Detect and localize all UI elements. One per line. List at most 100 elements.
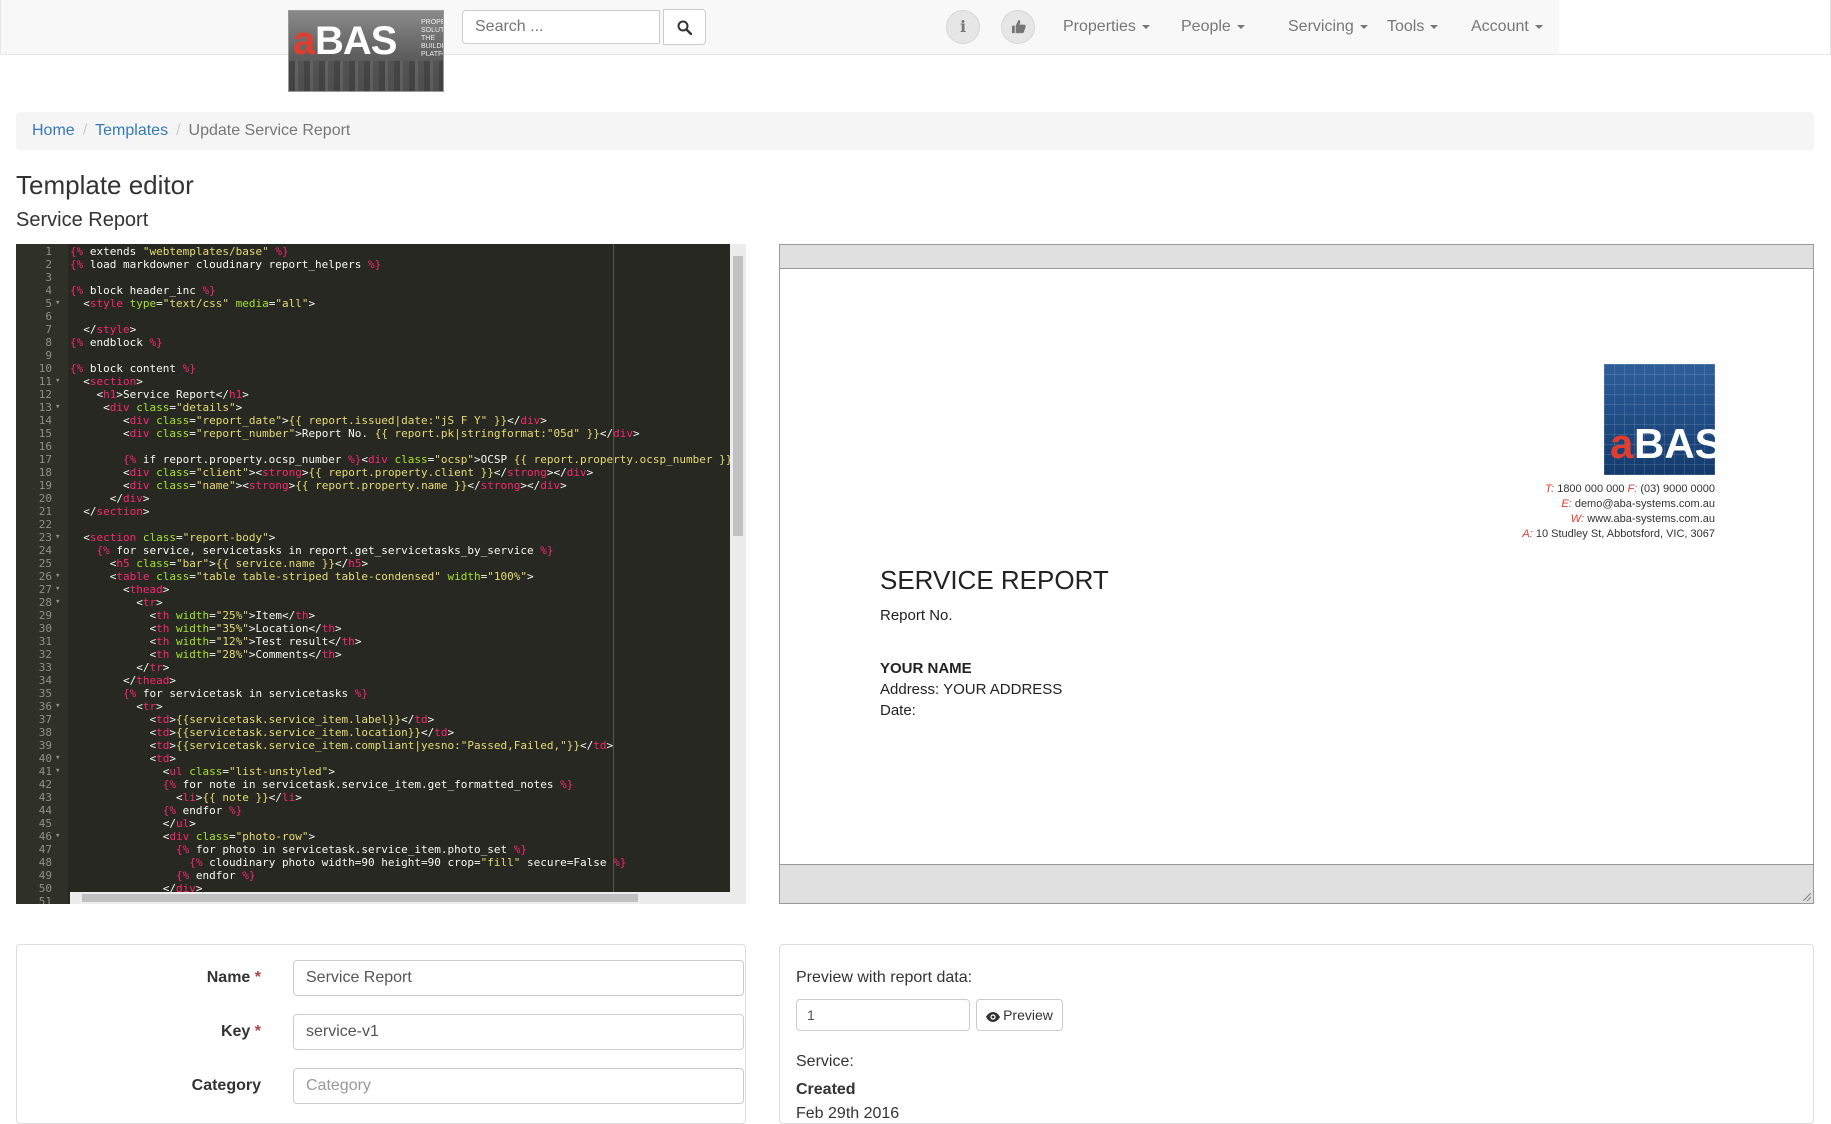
line-number: 30 bbox=[38, 622, 52, 635]
code-line[interactable]: 1 {% extends "webtemplates/base" %} bbox=[16, 245, 730, 258]
code-line[interactable]: 34 </thead> bbox=[16, 674, 730, 687]
code-line[interactable]: 4 {% block header_inc %} bbox=[16, 284, 730, 297]
code-line[interactable]: 9 bbox=[16, 349, 730, 362]
code-line[interactable]: 10 {% block content %} bbox=[16, 362, 730, 375]
code-line[interactable]: 12 <h1>Service Report</h1> bbox=[16, 388, 730, 401]
code-text: <table class="table table-striped table-… bbox=[70, 570, 534, 583]
code-line[interactable]: 41 ▾ <ul class="list-unstyled"> bbox=[16, 765, 730, 778]
line-number: 48 bbox=[38, 856, 52, 869]
menu-people[interactable]: People bbox=[1181, 18, 1245, 36]
template-code-editor[interactable]: 1 {% extends "webtemplates/base" %} 2 {% lo… bbox=[16, 244, 746, 904]
name-input[interactable]: Service Report bbox=[293, 960, 744, 996]
line-number: 17 bbox=[38, 453, 52, 466]
thumbs-up-button[interactable] bbox=[1001, 10, 1035, 44]
line-number: 7 bbox=[45, 323, 52, 336]
abas-logo[interactable]: a BAS PROPERTY SOLUTIONS THE BUILDING PL… bbox=[288, 10, 444, 92]
code-line[interactable]: 7 </style> bbox=[16, 323, 730, 336]
code-line[interactable]: 33 </tr> bbox=[16, 661, 730, 674]
code-line[interactable]: 17 {% if report.property.ocsp_number %}<… bbox=[16, 453, 739, 466]
line-number: 13 bbox=[38, 401, 52, 414]
code-line[interactable]: 39 <td>{{servicetask.service_item.compli… bbox=[16, 739, 730, 752]
fold-arrow-icon[interactable]: ▾ bbox=[55, 401, 60, 414]
code-text: </section> bbox=[70, 505, 150, 518]
code-line[interactable]: 45 </ul> bbox=[16, 817, 730, 830]
code-line[interactable]: 27 ▾ <thead> bbox=[16, 583, 730, 596]
code-line[interactable]: 24 {% for service, servicetasks in repor… bbox=[16, 544, 730, 557]
code-line[interactable]: 36 ▾ <tr> bbox=[16, 700, 730, 713]
code-line[interactable]: 18 <div class="client"><strong>{{ report… bbox=[16, 466, 730, 479]
code-line[interactable]: 6 bbox=[16, 310, 730, 323]
fold-arrow-icon[interactable]: ▾ bbox=[55, 583, 60, 596]
fold-arrow-icon[interactable]: ▾ bbox=[55, 375, 60, 388]
fold-arrow-icon[interactable]: ▾ bbox=[55, 531, 60, 544]
code-line[interactable]: 14 <div class="report_date">{{ report.is… bbox=[16, 414, 730, 427]
code-line[interactable]: 19 <div class="name"><strong>{{ report.p… bbox=[16, 479, 730, 492]
code-line[interactable]: 20 </div> bbox=[16, 492, 730, 505]
fold-arrow-icon[interactable]: ▾ bbox=[55, 765, 60, 778]
preview-button[interactable]: Preview bbox=[976, 999, 1063, 1031]
code-text: <tr> bbox=[70, 700, 163, 713]
editor-horizontal-scrollbar[interactable] bbox=[70, 892, 746, 904]
scrollbar-thumb[interactable] bbox=[733, 256, 743, 536]
code-line[interactable]: 15 <div class="report_number">Report No.… bbox=[16, 427, 730, 440]
code-text: <h5 class="bar">{{ service.name }}</h5> bbox=[70, 557, 369, 570]
code-line[interactable]: 37 <td>{{servicetask.service_item.label}… bbox=[16, 713, 730, 726]
info-button[interactable]: i bbox=[946, 10, 980, 44]
code-line[interactable]: 48 {% cloudinary photo width=90 height=9… bbox=[16, 856, 730, 869]
code-line[interactable]: 32 <th width="28%">Comments</th> bbox=[16, 648, 730, 661]
code-line[interactable]: 42 {% for note in servicetask.service_it… bbox=[16, 778, 730, 791]
code-line[interactable]: 23 ▾ <section class="report-body"> bbox=[16, 531, 730, 544]
code-line[interactable]: 31 <th width="12%">Test result</th> bbox=[16, 635, 730, 648]
code-line[interactable]: 49 {% endfor %} bbox=[16, 869, 730, 882]
fold-arrow-icon[interactable]: ▾ bbox=[55, 752, 60, 765]
code-text: </style> bbox=[70, 323, 137, 336]
search-button[interactable] bbox=[663, 9, 706, 45]
menu-properties[interactable]: Properties bbox=[1063, 18, 1150, 36]
template-name-heading: Service Report bbox=[16, 209, 149, 231]
scrollbar-thumb[interactable] bbox=[82, 894, 638, 902]
key-input[interactable]: service-v1 bbox=[293, 1014, 744, 1050]
code-line[interactable]: 3 bbox=[16, 271, 730, 284]
breadcrumb-templates-link[interactable]: Templates bbox=[95, 122, 168, 139]
fold-arrow-icon[interactable]: ▾ bbox=[55, 830, 60, 843]
code-line[interactable]: 11 ▾ <section> bbox=[16, 375, 730, 388]
code-line[interactable]: 35 {% for servicetask in servicetasks %} bbox=[16, 687, 730, 700]
code-line[interactable]: 46 ▾ <div class="photo-row"> bbox=[16, 830, 730, 843]
code-line[interactable]: 40 ▾ <td> bbox=[16, 752, 730, 765]
code-line[interactable]: 30 <th width="35%">Location</th> bbox=[16, 622, 730, 635]
fold-arrow-icon[interactable]: ▾ bbox=[55, 700, 60, 713]
code-line[interactable]: 44 {% endfor %} bbox=[16, 804, 730, 817]
code-line[interactable]: 29 <th width="25%">Item</th> bbox=[16, 609, 730, 622]
contact-phone: T: 1800 000 000 F: (03) 9000 0000 bbox=[1545, 483, 1715, 495]
code-text: <td>{{servicetask.service_item.compliant… bbox=[70, 739, 614, 752]
resize-handle-icon[interactable] bbox=[1803, 893, 1811, 901]
editor-vertical-scrollbar[interactable] bbox=[730, 244, 746, 892]
report-id-input[interactable]: 1 bbox=[796, 999, 970, 1031]
code-line[interactable]: 28 ▾ <tr> bbox=[16, 596, 730, 609]
line-number: 10 bbox=[38, 362, 52, 375]
code-line[interactable]: 25 <h5 class="bar">{{ service.name }}</h… bbox=[16, 557, 730, 570]
fold-arrow-icon[interactable]: ▾ bbox=[55, 596, 60, 609]
code-line[interactable]: 13 ▾ <div class="details"> bbox=[16, 401, 730, 414]
breadcrumb-home-link[interactable]: Home bbox=[32, 122, 75, 139]
menu-tools[interactable]: Tools bbox=[1387, 18, 1439, 36]
menu-account[interactable]: Account bbox=[1471, 18, 1543, 36]
code-line[interactable]: 16 bbox=[16, 440, 730, 453]
fold-arrow-icon[interactable]: ▾ bbox=[55, 570, 60, 583]
code-line[interactable]: 43 <li>{{ note }}</li> bbox=[16, 791, 730, 804]
search-input[interactable] bbox=[462, 10, 660, 44]
page-title: Template editor bbox=[16, 170, 194, 200]
category-input[interactable]: Category bbox=[293, 1068, 744, 1104]
code-text: {% extends "webtemplates/base" %} bbox=[70, 245, 289, 258]
code-line[interactable]: 26 ▾ <table class="table table-striped ta… bbox=[16, 570, 730, 583]
code-line[interactable]: 2 {% load markdowner cloudinary report_he… bbox=[16, 258, 730, 271]
code-line[interactable]: 8 {% endblock %} bbox=[16, 336, 730, 349]
menu-servicing[interactable]: Servicing bbox=[1288, 18, 1368, 36]
code-text: <th width="35%">Location</th> bbox=[70, 622, 342, 635]
fold-arrow-icon[interactable]: ▾ bbox=[55, 297, 60, 310]
code-line[interactable]: 22 bbox=[16, 518, 730, 531]
code-line[interactable]: 38 <td>{{servicetask.service_item.locati… bbox=[16, 726, 730, 739]
code-line[interactable]: 21 </section> bbox=[16, 505, 730, 518]
code-line[interactable]: 47 {% for photo in servicetask.service_i… bbox=[16, 843, 730, 856]
code-line[interactable]: 5 ▾ <style type="text/css" media="all"> bbox=[16, 297, 730, 310]
